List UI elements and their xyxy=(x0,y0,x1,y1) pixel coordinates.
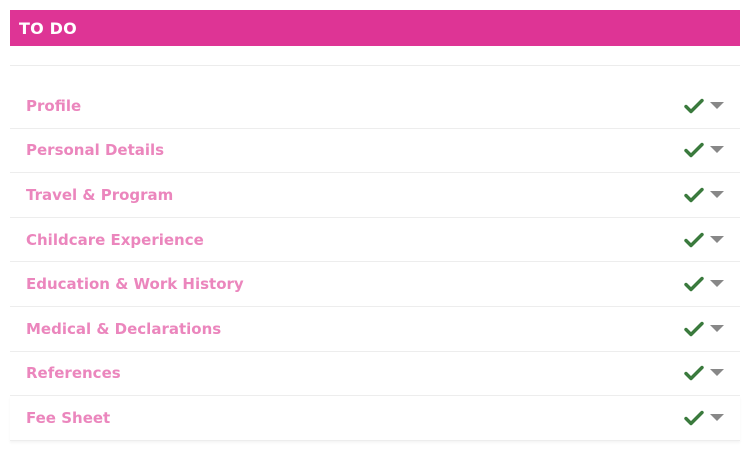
accordion-item-label: Fee Sheet xyxy=(26,408,111,427)
accordion-item-label: References xyxy=(26,364,121,383)
accordion-item-references[interactable]: References xyxy=(10,352,740,397)
accordion-item-label: Travel & Program xyxy=(26,185,174,204)
accordion-item-label: Education & Work History xyxy=(26,275,244,294)
chevron-down-icon[interactable] xyxy=(710,146,724,154)
todo-header: TO DO xyxy=(10,10,740,46)
accordion-item-label: Profile xyxy=(26,96,82,115)
chevron-down-icon[interactable] xyxy=(710,235,724,244)
accordion-item-fee-sheet[interactable]: Fee Sheet xyxy=(10,396,740,441)
accordion-item-personal-details[interactable]: Personal Details xyxy=(10,129,740,174)
check-icon xyxy=(684,98,704,114)
check-icon xyxy=(684,321,704,337)
page-title: TO DO xyxy=(19,18,77,38)
accordion-item-education-work-history[interactable]: Education & Work History xyxy=(10,262,740,307)
accordion-item-profile[interactable]: Profile xyxy=(10,84,740,129)
chevron-down-icon[interactable] xyxy=(710,324,724,333)
chevron-down-icon[interactable] xyxy=(710,190,724,199)
accordion-item-label: Medical & Declarations xyxy=(26,319,222,338)
check-icon xyxy=(684,232,704,248)
chevron-down-icon[interactable] xyxy=(710,101,724,110)
todo-list: Profile Personal Details Travel & Progra… xyxy=(10,84,740,441)
header-divider xyxy=(10,65,740,66)
chevron-down-icon[interactable] xyxy=(710,280,724,288)
accordion-item-label: Childcare Experience xyxy=(26,230,204,249)
chevron-down-icon[interactable] xyxy=(710,413,724,422)
check-icon xyxy=(684,276,704,292)
chevron-down-icon[interactable] xyxy=(710,369,724,377)
check-icon xyxy=(684,142,704,158)
accordion-item-childcare-experience[interactable]: Childcare Experience xyxy=(10,218,740,263)
accordion-item-label: Personal Details xyxy=(26,141,165,160)
check-icon xyxy=(684,365,704,381)
accordion-item-travel-program[interactable]: Travel & Program xyxy=(10,173,740,218)
check-icon xyxy=(684,410,704,426)
accordion-item-medical-declarations[interactable]: Medical & Declarations xyxy=(10,307,740,352)
check-icon xyxy=(684,187,704,203)
